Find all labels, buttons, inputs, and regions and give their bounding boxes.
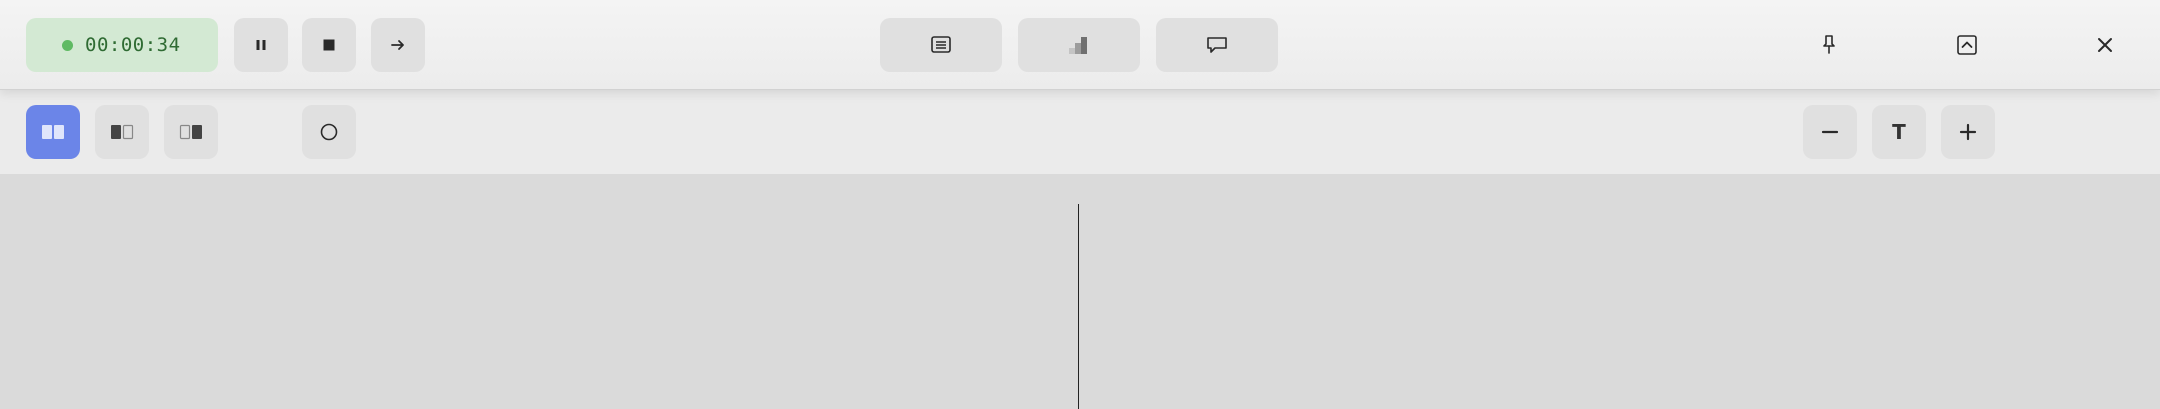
split-divider[interactable] xyxy=(1078,204,1079,409)
pin-button[interactable] xyxy=(1802,18,1856,72)
left-focus-button[interactable] xyxy=(95,105,149,159)
right-focus-icon xyxy=(179,124,202,140)
split-view-button[interactable] xyxy=(26,105,80,159)
decrease-text-size-button[interactable] xyxy=(1803,105,1857,159)
collapse-button[interactable] xyxy=(1940,18,1994,72)
next-button[interactable] xyxy=(371,18,425,72)
stats-button[interactable] xyxy=(1018,18,1140,72)
split-view-icon xyxy=(42,125,64,139)
chat-bubble-icon xyxy=(1207,37,1227,53)
notes-button[interactable] xyxy=(880,18,1002,72)
plus-icon xyxy=(1959,123,1977,141)
text-size-button[interactable]: T xyxy=(1872,105,1926,159)
bar-chart-icon xyxy=(1069,37,1087,54)
circle-icon xyxy=(320,123,338,141)
circle-tool-button[interactable] xyxy=(302,105,356,159)
right-focus-button[interactable] xyxy=(164,105,218,159)
close-button[interactable] xyxy=(2078,18,2132,72)
timer-value: 00:00:34 xyxy=(85,34,181,56)
stop-button[interactable] xyxy=(302,18,356,72)
chat-button[interactable] xyxy=(1156,18,1278,72)
top-toolbar: 00:00:34 xyxy=(0,0,2160,90)
pause-button[interactable] xyxy=(234,18,288,72)
collapse-icon xyxy=(1957,35,1977,55)
increase-text-size-button[interactable] xyxy=(1941,105,1995,159)
pin-icon xyxy=(1823,35,1835,54)
recording-status-dot xyxy=(62,39,73,51)
view-toolbar: T xyxy=(0,90,2160,174)
minus-icon xyxy=(1821,130,1839,134)
close-icon xyxy=(2098,38,2112,52)
pause-icon xyxy=(256,40,266,50)
recording-timer: 00:00:34 xyxy=(26,18,218,72)
stop-icon xyxy=(323,39,335,51)
notes-icon xyxy=(931,36,951,53)
arrow-right-icon xyxy=(391,40,404,50)
content-area[interactable] xyxy=(0,174,2160,409)
left-focus-icon xyxy=(111,124,134,140)
text-size-label: T xyxy=(1892,120,1906,144)
